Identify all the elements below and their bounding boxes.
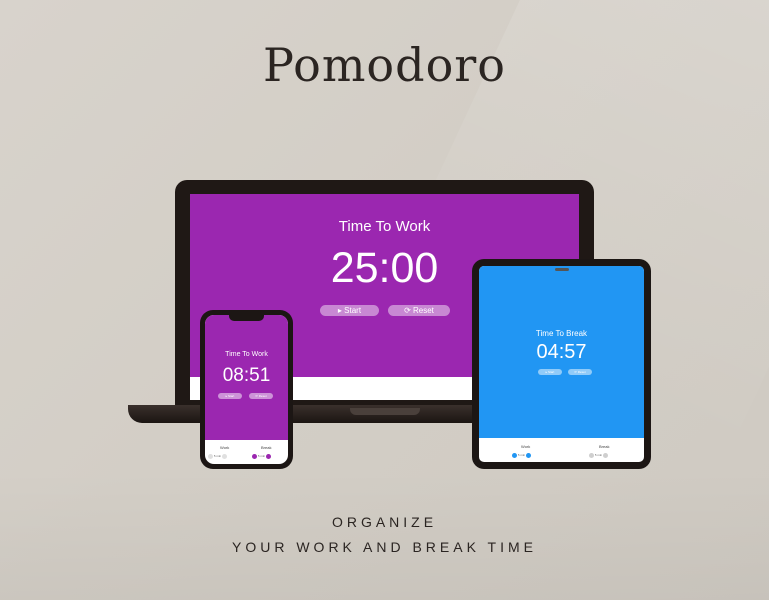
work-label: Work xyxy=(521,444,531,449)
reset-button[interactable]: ⟳ Reset xyxy=(388,305,450,316)
plus-icon[interactable] xyxy=(603,452,609,458)
tablet-frame: Time To Break 04:57 ▸ Start ⟳ Reset Work… xyxy=(472,259,651,469)
floor-shadow xyxy=(0,470,769,600)
break-stepper[interactable]: 5 min xyxy=(589,452,609,458)
start-button[interactable]: ▸ Start xyxy=(538,369,562,375)
minus-icon[interactable] xyxy=(589,452,594,458)
tablet-timer-panel: Time To Break 04:57 ▸ Start ⟳ Reset xyxy=(479,266,644,438)
plus-icon[interactable] xyxy=(222,453,228,459)
phone-notch xyxy=(229,315,264,321)
timer-display: 08:51 xyxy=(222,365,271,386)
break-stepper[interactable]: 5 min xyxy=(252,453,272,459)
minus-icon[interactable] xyxy=(512,452,517,458)
mode-title: Time To Break xyxy=(535,329,588,338)
phone-screen: Time To Work 08:51 ▸ Start ⟳ Reset Work … xyxy=(205,315,288,464)
tablet-screen: Time To Break 04:57 ▸ Start ⟳ Reset Work… xyxy=(479,266,644,462)
mode-title: Time To Work xyxy=(225,351,268,358)
camera-icon xyxy=(555,268,569,271)
tagline-line1: ORGANIZE xyxy=(331,514,438,530)
phone-frame: Time To Work 08:51 ▸ Start ⟳ Reset Work … xyxy=(200,310,293,469)
tagline-line2: YOUR WORK AND BREAK TIME xyxy=(232,539,537,555)
break-value: 5 min xyxy=(257,454,266,458)
work-stepper[interactable]: 5 min xyxy=(208,453,228,459)
brand-title: Pomodoro xyxy=(263,38,506,92)
work-value: 5 min xyxy=(213,454,222,458)
minus-icon[interactable] xyxy=(252,453,257,459)
work-stepper[interactable]: 5 min xyxy=(512,452,532,458)
minus-icon[interactable] xyxy=(208,453,213,459)
work-label: Work xyxy=(220,445,230,450)
start-button[interactable]: ▸ Start xyxy=(218,393,242,399)
laptop-trackpad-notch xyxy=(350,408,420,415)
break-value: 5 min xyxy=(594,453,603,457)
timer-display: 04:57 xyxy=(536,341,587,363)
mode-title: Time To Work xyxy=(338,218,431,235)
reset-button[interactable]: ⟳ Reset xyxy=(249,393,273,399)
plus-icon[interactable] xyxy=(526,452,532,458)
reset-button[interactable]: ⟳ Reset xyxy=(568,369,592,375)
plus-icon[interactable] xyxy=(266,453,272,459)
work-value: 5 min xyxy=(517,453,526,457)
phone-timer-panel: Time To Work 08:51 ▸ Start ⟳ Reset xyxy=(205,315,288,440)
start-button[interactable]: ▸ Start xyxy=(320,305,379,316)
break-label: Break xyxy=(261,445,272,450)
break-label: Break xyxy=(599,444,610,449)
